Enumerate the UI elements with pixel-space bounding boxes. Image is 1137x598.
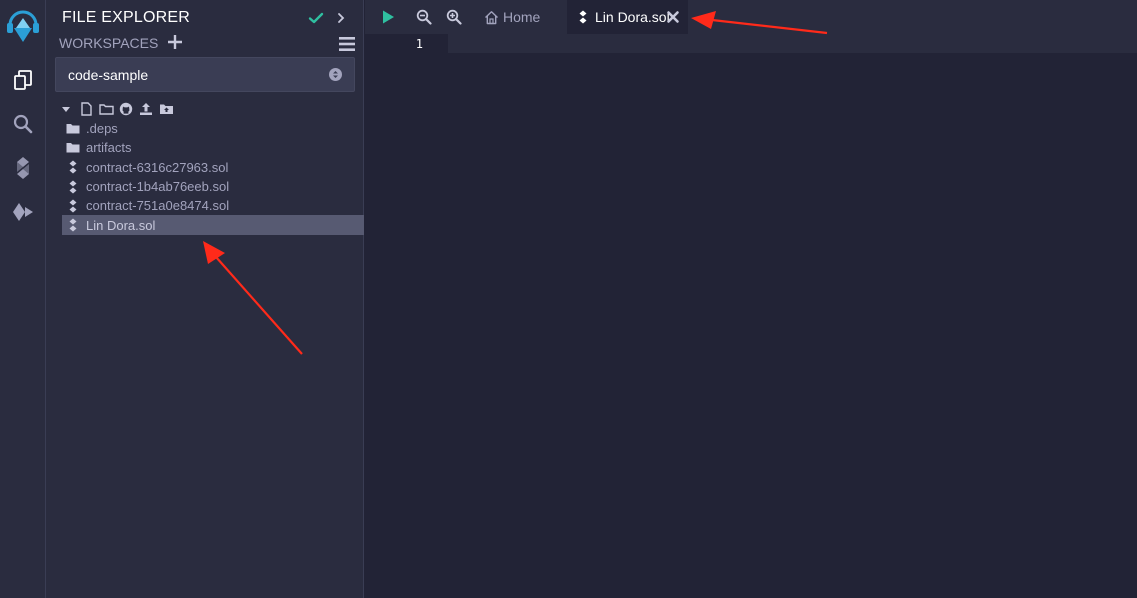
workspaces-label: WORKSPACES xyxy=(59,35,159,51)
tree-item-contract-751a0e8474[interactable]: contract-751a0e8474.sol xyxy=(62,196,364,215)
home-icon xyxy=(483,9,499,25)
folder-icon xyxy=(66,141,80,155)
tree-item-label: contract-6316c27963.sol xyxy=(86,159,229,175)
remix-ide-window: FILE EXPLORER WORKSPACES code-sample .de… xyxy=(0,0,1137,598)
solidity-icon xyxy=(66,180,80,194)
tree-item-label: Lin Dora.sol xyxy=(86,217,156,233)
file-toolbar xyxy=(58,101,178,117)
new-folder-icon[interactable] xyxy=(98,101,114,117)
solidity-icon xyxy=(66,199,80,213)
solidity-icon xyxy=(575,9,591,25)
tree-item-deps[interactable]: .deps xyxy=(62,119,364,138)
upload-icon[interactable] xyxy=(138,101,154,117)
workspace-select[interactable]: code-sample xyxy=(55,57,355,92)
zoom-in-icon[interactable] xyxy=(445,8,463,26)
code-editor[interactable]: 1 xyxy=(365,34,1137,598)
folder-icon xyxy=(66,122,80,136)
tab-label: Lin Dora.sol xyxy=(595,9,670,25)
solidity-icon xyxy=(66,218,80,232)
file-tree: .deps artifacts contract-6316c27963.sol … xyxy=(62,119,364,235)
caret-down-icon[interactable] xyxy=(58,101,74,117)
tree-item-artifacts[interactable]: artifacts xyxy=(62,138,364,157)
add-workspace-icon[interactable] xyxy=(167,34,183,50)
chevron-right-icon[interactable] xyxy=(335,10,347,26)
tree-item-label: contract-1b4ab76eeb.sol xyxy=(86,179,230,195)
github-icon[interactable] xyxy=(118,101,134,117)
workspace-select-value: code-sample xyxy=(68,67,149,83)
tree-item-lin-dora[interactable]: Lin Dora.sol xyxy=(62,215,364,235)
icon-rail xyxy=(0,0,46,598)
file-explorer-panel: FILE EXPLORER WORKSPACES code-sample .de… xyxy=(46,0,364,598)
tab-lin-dora[interactable]: Lin Dora.sol xyxy=(567,0,688,34)
deploy-run-icon[interactable] xyxy=(0,194,46,230)
panel-title: FILE EXPLORER xyxy=(62,9,190,26)
editor-area: Home Lin Dora.sol 1 xyxy=(365,0,1137,598)
tab-label: Home xyxy=(503,9,541,25)
tab-home[interactable]: Home xyxy=(481,0,565,34)
solidity-icon xyxy=(66,160,80,174)
editor-tab-bar: Home Lin Dora.sol xyxy=(365,0,1137,34)
tree-item-label: .deps xyxy=(86,121,118,137)
search-icon[interactable] xyxy=(0,106,46,142)
zoom-out-icon[interactable] xyxy=(415,8,433,26)
tree-item-contract-6316c27963[interactable]: contract-6316c27963.sol xyxy=(62,158,364,177)
line-number-gutter: 1 xyxy=(365,34,448,598)
check-icon[interactable] xyxy=(308,10,324,26)
run-play-icon[interactable] xyxy=(379,8,397,26)
tree-item-label: artifacts xyxy=(86,140,132,156)
close-icon[interactable] xyxy=(666,10,680,24)
select-arrows-icon xyxy=(329,68,342,81)
new-file-icon[interactable] xyxy=(78,101,94,117)
line-number: 1 xyxy=(415,37,423,51)
hamburger-menu-icon[interactable] xyxy=(338,36,356,52)
solidity-compiler-icon[interactable] xyxy=(0,150,46,186)
current-line-highlight xyxy=(448,34,1137,53)
remix-logo-icon[interactable] xyxy=(0,4,46,46)
upload-folder-icon[interactable] xyxy=(158,101,174,117)
tree-item-contract-1b4ab76eeb[interactable]: contract-1b4ab76eeb.sol xyxy=(62,177,364,196)
file-explorer-icon[interactable] xyxy=(0,62,46,98)
tree-item-label: contract-751a0e8474.sol xyxy=(86,198,230,214)
